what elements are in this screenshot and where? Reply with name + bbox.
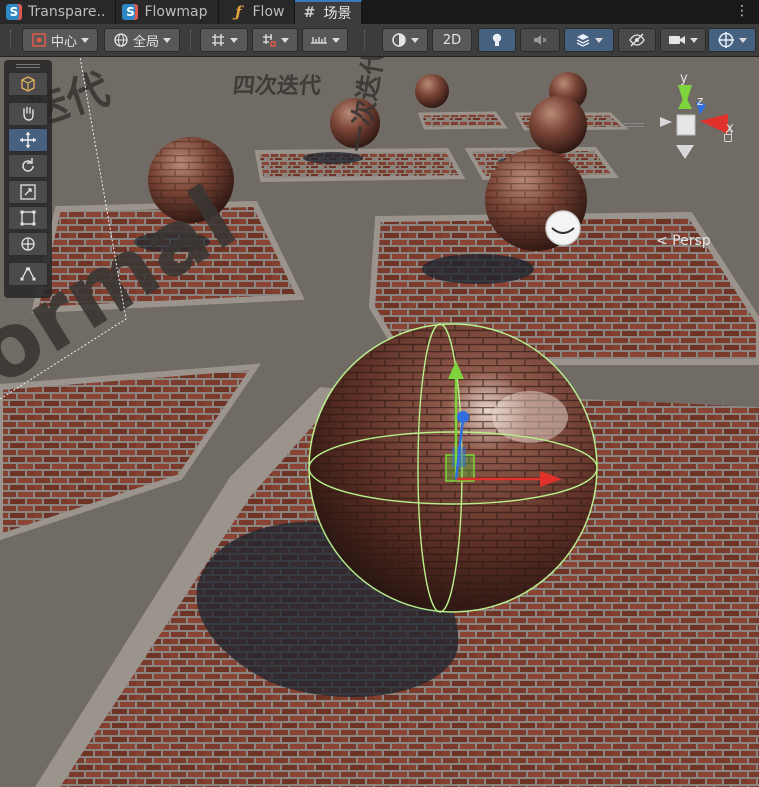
increment-snap-dropdown[interactable] [252,28,298,52]
scene-grid-icon: # [303,5,316,21]
gizmos-dropdown[interactable] [708,28,756,52]
svg-text:y: y [680,71,688,86]
scene-toolbar: 中心 全局 2D [0,24,759,57]
audio-mute-icon [534,35,547,45]
lightbulb-icon [492,33,502,46]
ruler-snap-dropdown[interactable] [302,28,348,52]
chevron-down-icon [230,37,238,43]
rotate-tool-button[interactable] [8,154,48,178]
scene-effects-dropdown[interactable] [564,28,614,52]
tools-overlay [4,60,52,298]
scene-viewport[interactable]: 迭代 四次迭代 一次迭代 ormal y z x < Persp [0,57,759,787]
camera-settings-dropdown[interactable] [660,28,706,52]
scene-render: 迭代 四次迭代 一次迭代 ormal y z x [0,57,759,787]
hidden-objects-toggle[interactable] [618,28,656,52]
toolbar-separator [190,30,192,50]
pivot-mode-label: 中心 [50,34,77,50]
handle-space-dropdown[interactable]: 全局 [104,28,180,52]
chevron-down-icon [281,37,289,43]
tab-transparent-shader[interactable]: S Transpare.. [0,0,117,24]
tab-label: Flowmap [144,4,208,20]
shader-icon: S [122,4,139,20]
scene-lighting-toggle[interactable] [478,28,516,52]
toolbar-separator [10,30,12,50]
tab-label: Transpare.. [28,4,106,20]
lock-icon[interactable] [724,130,732,142]
hand-tool-button[interactable] [8,102,48,126]
chevron-down-icon [163,37,171,43]
tab-scene[interactable]: # 场景 [295,0,363,24]
ruler-icon [311,37,327,44]
toolbar-separator [364,30,366,50]
editor-tab-bar: S Transpare.. S Flowmap ƒ Flow # 场景 ⋮ [0,0,759,24]
draw-mode-dropdown[interactable] [382,28,428,52]
eye-slash-icon [629,33,645,47]
pivot-mode-dropdown[interactable]: 中心 [22,28,98,52]
cube-icon [21,76,35,92]
scale-tool-button[interactable] [8,180,48,204]
custom-editor-tool-icon [20,267,36,281]
transform-tool-button[interactable] [8,232,48,256]
camera-icon [669,36,685,44]
projection-toggle[interactable]: < Persp [656,233,711,249]
grid-snap-dropdown[interactable] [200,28,248,52]
rect-transform-icon [20,210,36,226]
pivot-icon [32,33,46,47]
effects-layers-icon [576,34,590,47]
grid-snap-icon [212,34,224,46]
chevron-down-icon [332,37,340,43]
transform-icon [21,237,35,251]
scene-audio-toggle[interactable] [520,28,560,52]
toggle-2d-label: 2D [442,32,462,48]
chevron-down-icon [739,37,747,43]
shading-mode-icon [392,33,406,47]
overlay-handle-icon[interactable] [624,123,644,127]
tab-label: Flow [252,4,285,20]
shader-icon: S [6,4,22,20]
rect-tool-button[interactable] [8,206,48,230]
custom-tool-button[interactable] [8,262,48,286]
gizmo-icon [718,32,734,48]
handle-space-label: 全局 [132,34,159,50]
chevron-down-icon [411,37,419,43]
move-arrows-icon [20,132,36,148]
world-text: 四次迭代 [232,73,323,99]
chevron-down-icon [690,37,698,43]
overlay-grip[interactable] [16,64,40,68]
script-function-icon: ƒ [235,3,242,21]
chevron-down-icon [81,37,89,43]
view-tool-button[interactable] [8,72,48,96]
more-options-icon[interactable]: ⋮ [735,3,749,19]
tab-flowmap[interactable]: S Flowmap [116,0,219,24]
move-tool-button[interactable] [8,128,48,152]
hand-icon [23,106,34,121]
increment-snap-icon [263,34,276,47]
tab-flow[interactable]: ƒ Flow [218,0,296,24]
toggle-2d-button[interactable]: 2D [432,28,472,52]
rotate-icon [22,158,34,172]
chevron-down-icon [595,37,603,43]
svg-text:z: z [697,94,703,108]
globe-icon [114,33,128,47]
scale-icon [20,184,36,200]
tab-label: 场景 [323,6,352,22]
